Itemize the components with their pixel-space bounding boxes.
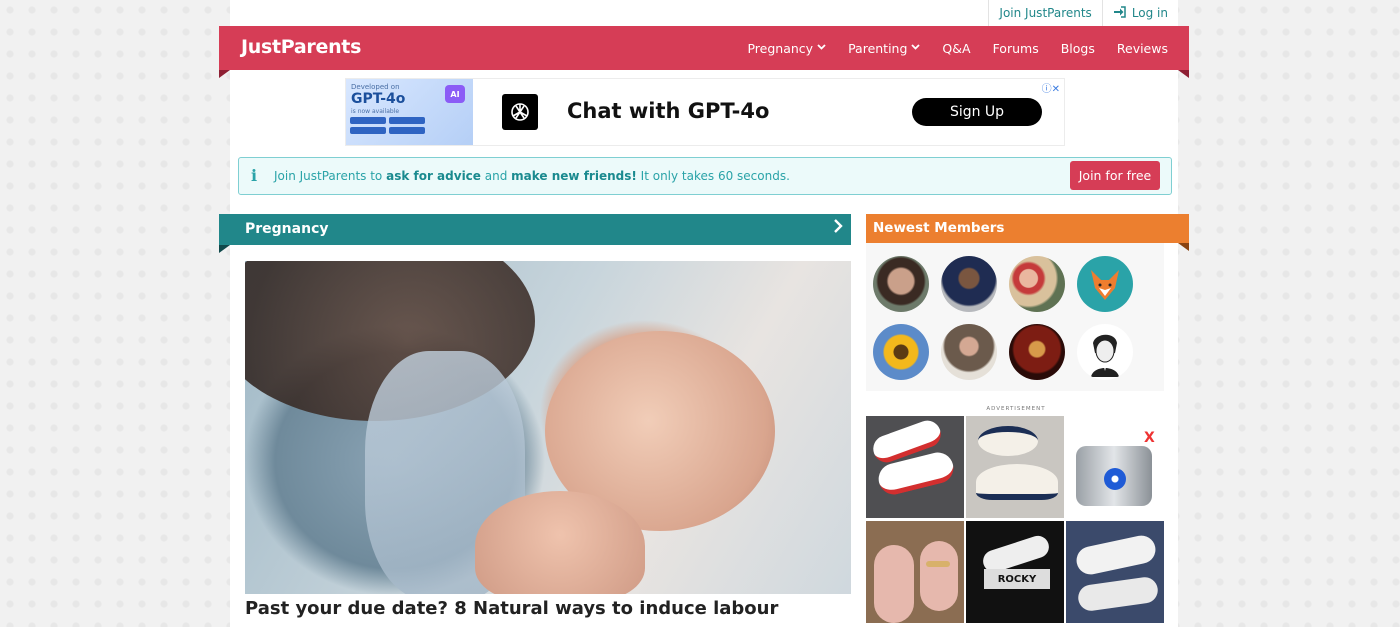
pink-sandal-icon[interactable] [866, 521, 964, 623]
box-label: ROCKY [984, 569, 1050, 589]
ad-thumb-tags [350, 117, 430, 134]
chevron-down-icon [911, 43, 921, 53]
ai-chip-icon: AI [445, 85, 465, 103]
fox-avatar-icon[interactable] [1077, 256, 1133, 312]
section-title: Pregnancy [245, 221, 329, 237]
nav-label: Forums [992, 40, 1039, 56]
join-link[interactable]: Join JustParents [988, 0, 1101, 26]
nav-item-forums[interactable]: Forums [982, 41, 1050, 56]
ad-thumb-subtitle: is now available [351, 108, 400, 115]
nav-label: Q&A [942, 40, 971, 56]
loafer-navy-white-icon[interactable] [966, 416, 1064, 518]
site-header: JustParents Pregnancy Parenting Q&A Foru… [219, 26, 1189, 70]
nav-item-qa[interactable]: Q&A [931, 41, 981, 56]
family-selfie-icon[interactable] [1009, 256, 1065, 312]
nav-item-reviews[interactable]: Reviews [1106, 41, 1179, 56]
ad-thumbnail: Developed on GPT-4o is now available AI [346, 79, 473, 145]
sketch-man-avatar-icon[interactable] [1077, 324, 1133, 380]
join-info-bar: i Join JustParents to ask for advice and… [238, 157, 1172, 195]
ad-signup-button[interactable]: Sign Up [912, 98, 1042, 126]
join-for-free-button[interactable]: Join for free [1070, 161, 1160, 190]
ad-banner[interactable]: Developed on GPT-4o is now available AI … [345, 78, 1065, 146]
ad-title: Chat with GPT-4o [567, 99, 770, 123]
pet-water-fountain-icon[interactable]: X [1066, 416, 1164, 518]
login-link[interactable]: Log in [1101, 0, 1178, 26]
login-icon [1113, 5, 1126, 21]
chevron-down-icon [817, 43, 826, 53]
flip-flop-white-icon[interactable] [1066, 521, 1164, 623]
article-hero-image[interactable] [245, 261, 851, 594]
man-suit-portrait-icon[interactable] [941, 256, 997, 312]
sunflower-avatar-icon[interactable] [873, 324, 929, 380]
section-title: Newest Members [873, 220, 1005, 236]
nav-label: Reviews [1116, 40, 1168, 56]
ad-choices-icon[interactable]: ⓘ✕ [1042, 80, 1060, 95]
nav-item-parenting[interactable]: Parenting [837, 41, 931, 56]
chevron-right-icon[interactable] [833, 218, 843, 239]
dark-art-avatar-icon[interactable] [1009, 324, 1065, 380]
hero-shape [475, 491, 645, 594]
flip-flop-box-icon[interactable]: ROCKY [966, 521, 1064, 623]
woman-portrait-icon[interactable] [873, 256, 929, 312]
ad-close-icon[interactable]: X [1144, 430, 1155, 446]
login-label: Log in [1131, 6, 1168, 20]
pregnancy-section-header[interactable]: Pregnancy [219, 214, 851, 245]
members-grid [866, 243, 1164, 391]
nav-label: Pregnancy [747, 40, 814, 56]
main-nav: Pregnancy Parenting Q&A Forums Blogs Rev… [736, 26, 1179, 70]
advertisement-label: ADVERTISEMENT [986, 406, 1046, 412]
bearded-man-portrait-icon[interactable] [941, 324, 997, 380]
ad-thumb-caption: Developed on [351, 83, 400, 91]
nav-label: Blogs [1060, 40, 1095, 56]
nav-label: Parenting [848, 40, 908, 56]
ad-thumb-title: GPT-4o [351, 91, 406, 107]
slides-red-white-icon[interactable] [866, 416, 964, 518]
info-icon: i [251, 166, 258, 185]
site-logo[interactable]: JustParents [241, 36, 361, 58]
newest-members-header: Newest Members [866, 214, 1189, 243]
join-message: Join JustParents to ask for advice and m… [274, 169, 790, 183]
article-title-link[interactable]: Past your due date? 8 Natural ways to in… [245, 598, 778, 619]
openai-logo-icon [502, 94, 538, 130]
top-utility-bar: Join JustParents Log in [230, 0, 1178, 26]
nav-item-pregnancy[interactable]: Pregnancy [736, 41, 837, 56]
nav-item-blogs[interactable]: Blogs [1050, 41, 1106, 56]
